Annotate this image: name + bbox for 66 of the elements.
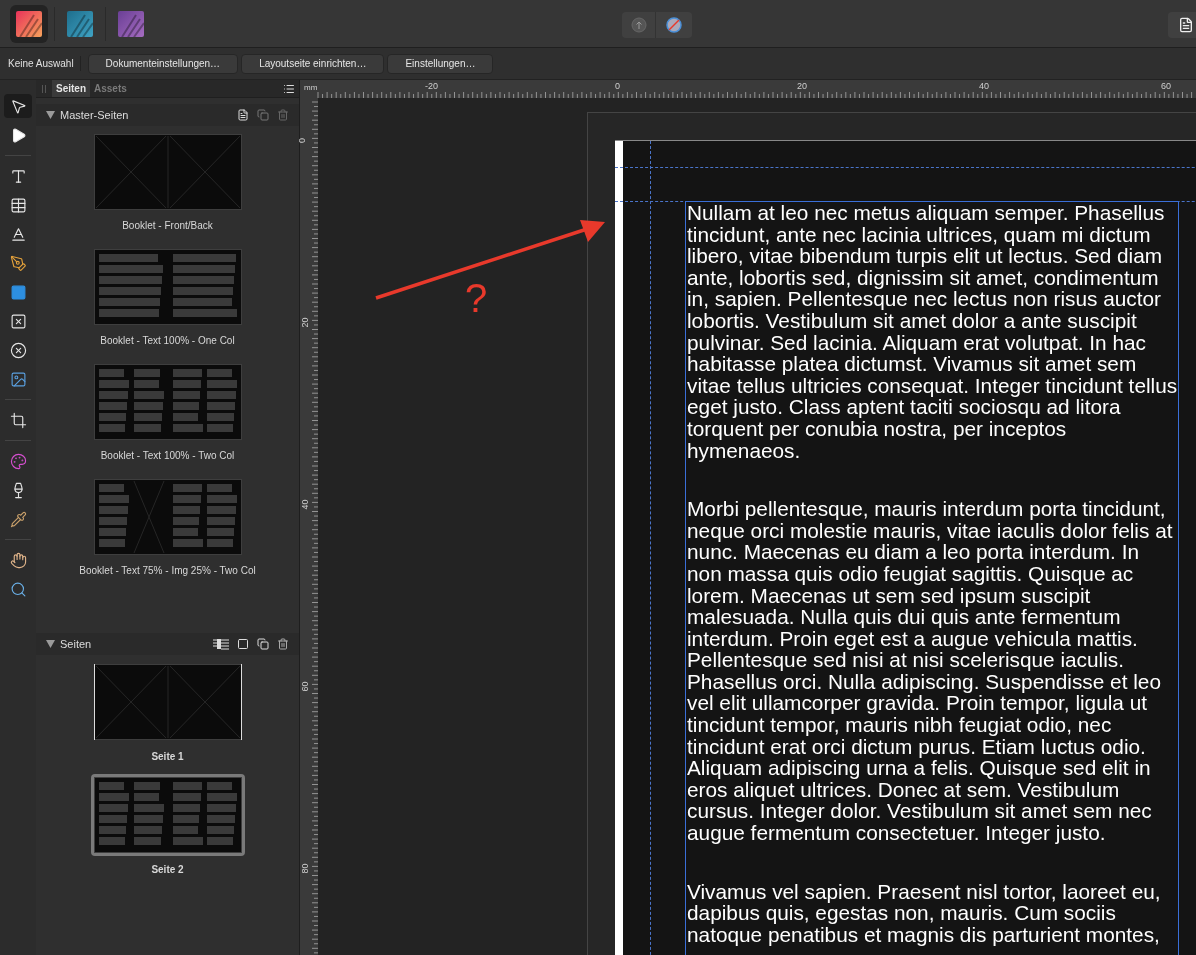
pen-icon	[9, 254, 27, 272]
ruler-label: 20	[797, 80, 807, 93]
crop-icon	[9, 411, 27, 429]
tool-button[interactable]	[4, 94, 32, 118]
square-icon	[9, 283, 27, 301]
context-button[interactable]: Dokumenteinstellungen…	[87, 53, 239, 74]
master-page-thumbnail[interactable]	[93, 479, 242, 555]
ruler-label: 0	[298, 138, 307, 143]
pipette-icon	[9, 510, 27, 528]
ruler-label: 0	[615, 80, 620, 93]
triangle-icon	[45, 111, 55, 119]
page-icon[interactable]	[237, 638, 249, 650]
hand-icon	[9, 551, 27, 569]
ruler-unit: mm	[304, 82, 318, 94]
body-paragraph: Morbi pellentesque, mauris interdum porta tincidunt, neque orci molestie mauris, vitae iaculis dolor felis at nunc. Maecenas eu diam a leo porta interdum. In non massa quis odio feugiat sagittis. Quisque ac lorem. Maecenas ut sem sed ipsum suscipit malesuada. Nulla quis dui quis ante fermentum interdum. Proin eget est a augue vehicula mattis. Pellentesque sed nisi at nisi scelerisque iaculis. Phasellus orci. Nulla adipiscing. Suspendisse et leo vel elit ullamcorper gravida. Proin tempor, ligula ut tincidunt tempor, mauris nibh feugiat odio, nec tincidunt erat orci dictum purus. Etiam luctus odio. Aliquam adipiscing urna a felis. Quisque sed elit in eros aliquet ultrices. Donec at sem. Vestibulum cursus. Integer dolor. Vestibulum sit amet sem nec augue fermentum consectetuer. Integer justo.	[687, 498, 1174, 844]
ruler-label: 60	[1161, 80, 1171, 93]
app-logo-icon	[16, 10, 42, 37]
app-logo-icon	[67, 10, 93, 37]
page-thumbnail[interactable]	[90, 774, 245, 856]
section-title: Seiten	[60, 636, 92, 652]
search-icon	[9, 580, 27, 598]
ruler-label: 20	[300, 317, 310, 328]
crossed-square-icon	[9, 312, 27, 330]
image-icon	[9, 370, 27, 388]
master-page-thumbnail[interactable]	[93, 249, 242, 325]
context-button[interactable]: Einstellungen…	[387, 53, 494, 74]
text-frame[interactable]	[685, 201, 1179, 955]
context-button[interactable]: Layoutseite einrichten…	[241, 53, 385, 74]
ruler-label: 80	[300, 863, 310, 874]
flower-slash-icon	[665, 16, 683, 34]
disclosure-toggle[interactable]	[44, 109, 56, 121]
app-switcher-button[interactable]	[10, 4, 48, 43]
ruler-label: 40	[300, 499, 310, 510]
ruler-label: 60	[300, 681, 310, 692]
panel-tab[interactable]: Seiten	[52, 80, 90, 97]
triangle-icon	[45, 640, 55, 648]
selection-status: Keine Auswahl	[8, 56, 81, 71]
master-page-label: Booklet - Text 75% - Img 25% - Two Col	[79, 564, 256, 578]
crossed-circle-icon	[9, 341, 27, 359]
toolbar-button[interactable]	[1168, 12, 1196, 38]
text-flow-icon[interactable]	[213, 638, 229, 650]
section-title: Master-Seiten	[60, 107, 129, 123]
annotation-text: ?	[465, 278, 488, 318]
trash-icon[interactable]	[277, 638, 289, 650]
text-box-icon	[9, 167, 27, 185]
app-logo-icon	[118, 10, 144, 37]
master-page-label: Booklet - Text 100% - Two Col	[100, 449, 235, 463]
page-icon[interactable]	[237, 109, 249, 121]
master-page-label: Booklet - Front/Back	[122, 219, 213, 233]
pointer-icon	[9, 97, 27, 115]
ruler-label: 40	[979, 80, 989, 93]
letter-icon	[9, 225, 27, 243]
body-paragraph: Vivamus vel sapien. Praesent nisl tortor, laoreet eu, dapibus quis, egestas non, mauris. Cum sociis natoque penatibus et magnis dis parturient montes,	[687, 880, 1162, 946]
master-page-thumbnail[interactable]	[93, 134, 242, 210]
disclosure-toggle[interactable]	[44, 638, 56, 650]
palette-icon	[9, 452, 27, 470]
table-icon	[9, 196, 27, 214]
body-paragraph: Nullam at leo nec metus aliquam semper. Phasellus tincidunt, ante nec lacinia ultrices, quam mi dictum libero, vitae bibendum turpis elit ut lectus. Sed diam ante, lobortis sed, dignissim sit amet, condimentum in, sapien. Pellentesque nec lectus non risus auctor lobortis. Vestibulum sit amet dolor a ante suscipit pulvinar. Sed lacinia. Aliquam erat volutpat. In hac habitasse platea dictumst. Vivamus sit amet sem vitae tellus ultricies consequat. Integer tincidunt tellus eget justo. Class aptent taciti sociosqu ad litora torquent per conubia nostra, per inceptos hymenaeos.	[687, 202, 1178, 462]
menu-icon	[283, 82, 295, 95]
master-page-label: Booklet - Text 100% - One Col	[100, 334, 235, 348]
ruler-label: -20	[425, 80, 438, 93]
master-page-thumbnail[interactable]	[93, 364, 242, 440]
page-icon	[1178, 17, 1194, 33]
page-label: Seite 1	[151, 750, 184, 764]
duplicate-icon[interactable]	[257, 638, 269, 650]
page-label: Seite 2	[151, 863, 184, 877]
